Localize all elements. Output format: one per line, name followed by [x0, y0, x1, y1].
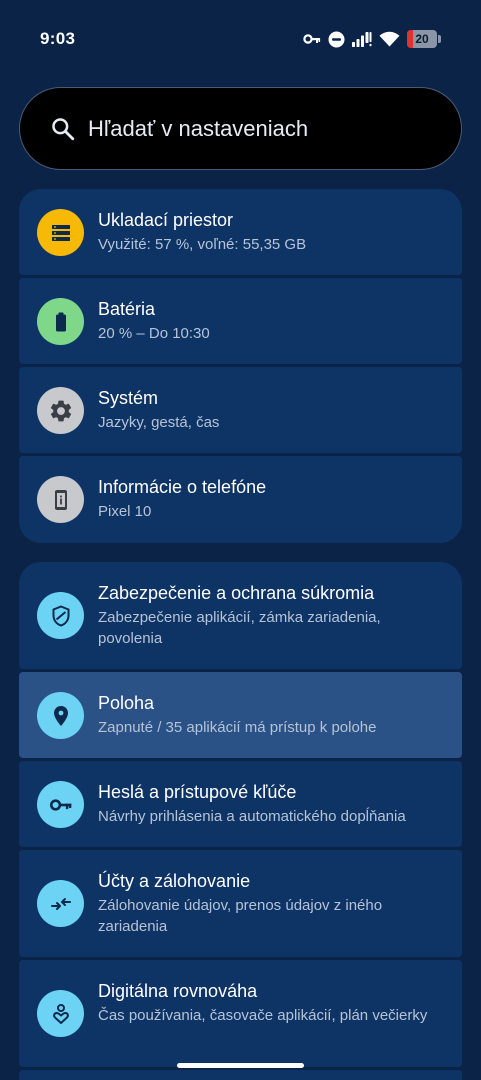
settings-item-partial[interactable] [19, 1070, 462, 1080]
settings-item-title: Informácie o telefóne [98, 477, 267, 497]
battery-icon [55, 312, 66, 331]
settings-item-digital-wellbeing[interactable]: Digitálna rovnováha Čas používania, časo… [19, 960, 462, 1067]
settings-item-subtitle: Jazyky, gestá, čas [98, 414, 220, 431]
accounts-icon-circle [37, 880, 84, 927]
gear-icon [50, 400, 71, 421]
signal-icon [352, 32, 372, 47]
key-icon [49, 798, 71, 811]
status-icons: 20 [303, 28, 441, 50]
about-phone-icon-circle [37, 476, 84, 523]
storage-icon [51, 224, 70, 241]
location-pin-icon [53, 705, 68, 726]
security-icon-circle [37, 592, 84, 639]
system-icon-circle [37, 387, 84, 434]
wellbeing-icon [52, 1003, 69, 1024]
settings-item-about-phone[interactable]: Informácie o telefóne Pixel 10 [19, 456, 462, 543]
search-input[interactable] [88, 115, 428, 142]
settings-item-battery[interactable]: Batéria 20 % – Do 10:30 [19, 278, 462, 364]
search-bar[interactable] [19, 87, 462, 170]
shield-icon [52, 604, 69, 627]
settings-item-subtitle: Návrhy prihlásenia a automatického dopĺň… [98, 808, 406, 825]
settings-item-title: Heslá a prístupové kľúče [98, 782, 297, 802]
settings-item-title: Účty a zálohovanie [98, 871, 251, 891]
battery-icon: 20 [407, 30, 441, 48]
settings-item-title: Zabezpečenie a ochrana súkromia [98, 583, 375, 603]
settings-item-subtitle: Čas používania, časovače aplikácií, plán… [98, 1007, 428, 1024]
transfer-arrows-icon [50, 897, 71, 910]
settings-item-subtitle: Využité: 57 %, voľné: 55,35 GB [98, 236, 307, 253]
settings-item-title: Poloha [98, 693, 155, 713]
do-not-disturb-icon [328, 31, 345, 47]
phone-info-icon [54, 489, 67, 510]
settings-screen: 9:03 20 Hľadať v nastaveniach Ukladací p… [0, 0, 481, 1080]
settings-item-title: Digitálna rovnováha [98, 981, 258, 1001]
home-indicator[interactable] [177, 1063, 304, 1068]
wellbeing-icon-circle [37, 990, 84, 1037]
wifi-icon [379, 31, 400, 47]
settings-item-subtitle: Zapnuté / 35 aplikácií má prístup k polo… [98, 719, 377, 736]
location-icon-circle [37, 692, 84, 739]
settings-item-subtitle: 20 % – Do 10:30 [98, 325, 210, 342]
settings-item-system[interactable]: Systém Jazyky, gestá, čas [19, 367, 462, 453]
settings-item-passwords[interactable]: Heslá a prístupové kľúče Návrhy prihláse… [19, 761, 462, 847]
battery-level-text: 20 [415, 32, 429, 46]
settings-item-location[interactable]: Poloha Zapnuté / 35 aplikácií má prístup… [19, 672, 462, 758]
vpn-key-icon [303, 34, 321, 44]
settings-item-security-privacy[interactable]: Zabezpečenie a ochrana súkromia Zabezpeč… [19, 562, 462, 669]
settings-item-title: Batéria [98, 299, 156, 319]
battery-icon-circle [37, 298, 84, 345]
search-icon [52, 117, 75, 140]
passwords-icon-circle [37, 781, 84, 828]
status-time: 9:03 [40, 29, 76, 48]
storage-icon-circle [37, 209, 84, 256]
settings-item-subtitle: Pixel 10 [98, 503, 152, 520]
settings-item-subtitle: Zabezpečenie aplikácií, zámka zariadenia… [98, 609, 381, 647]
settings-item-title: Systém [98, 388, 159, 408]
settings-item-subtitle: Zálohovanie údajov, prenos údajov z inéh… [98, 897, 383, 935]
settings-item-storage[interactable]: Ukladací priestor Využité: 57 %, voľné: … [19, 189, 462, 275]
settings-item-accounts-backup[interactable]: Účty a zálohovanie Zálohovanie údajov, p… [19, 850, 462, 957]
settings-item-title: Ukladací priestor [98, 210, 234, 230]
status-bar: 9:03 20 [0, 0, 481, 78]
